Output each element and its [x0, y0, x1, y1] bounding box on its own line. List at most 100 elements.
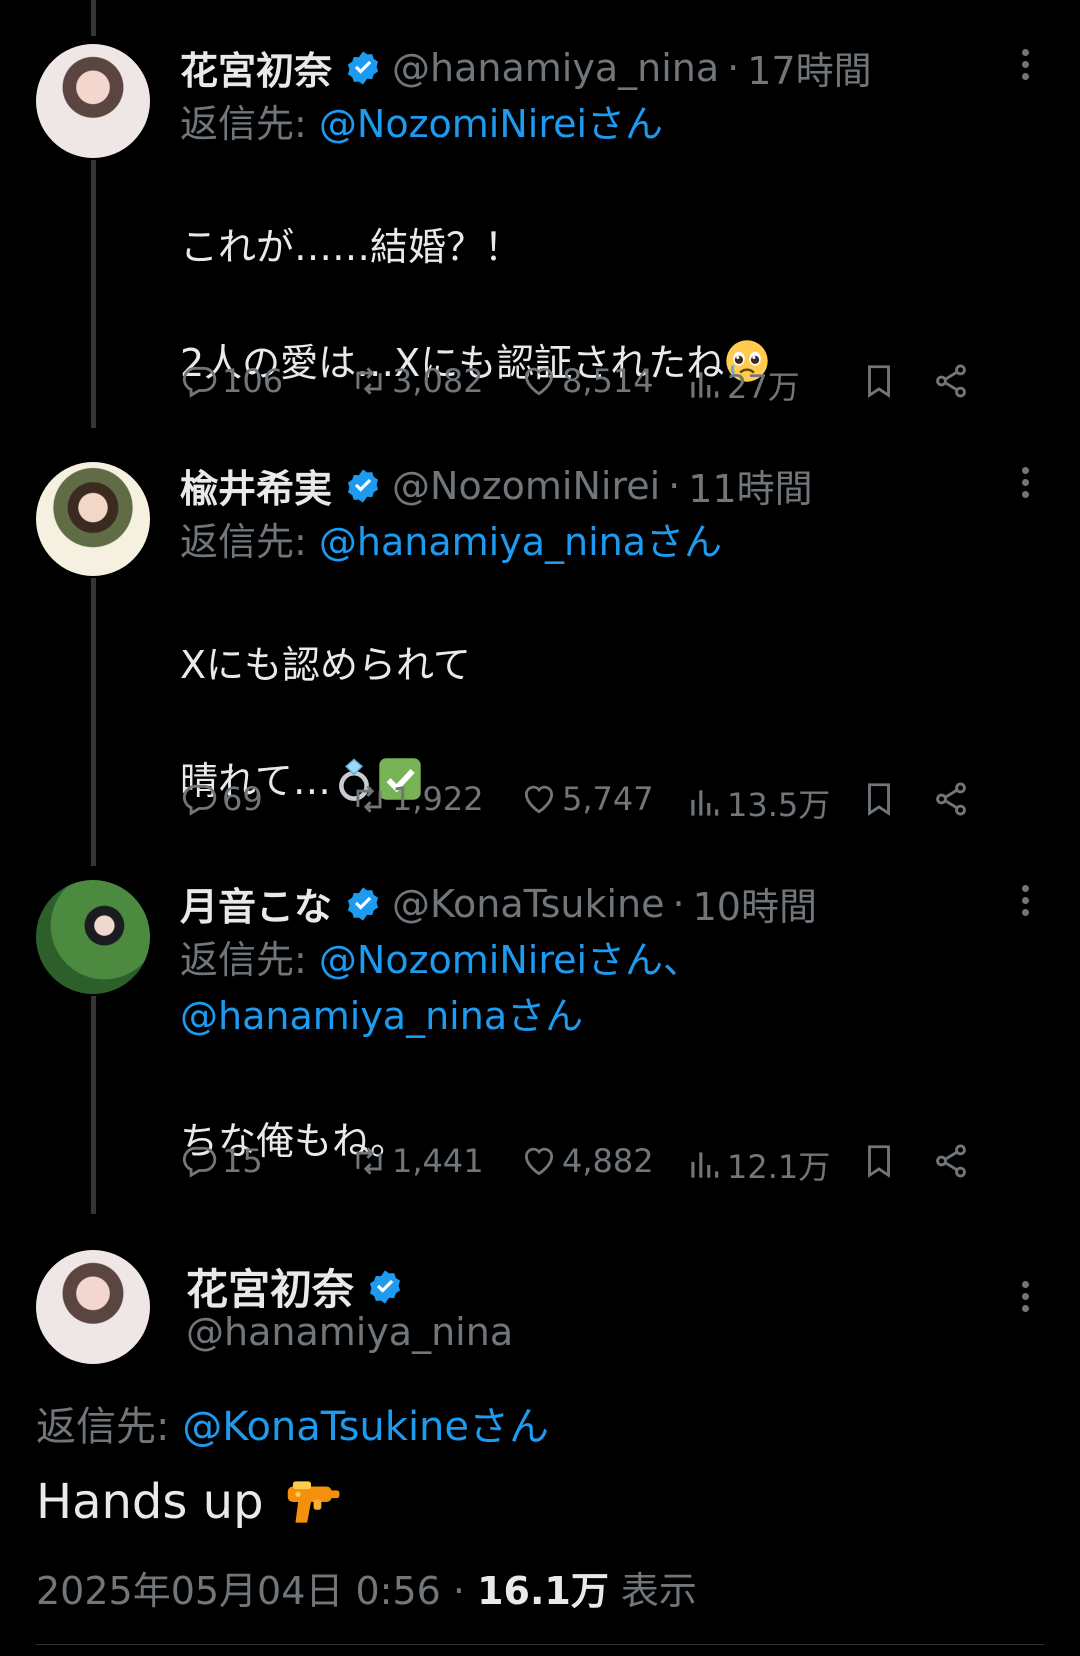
views-button[interactable]: 27万 — [685, 362, 800, 408]
share-button[interactable] — [932, 1142, 974, 1180]
reply-mention-link[interactable]: @hanamiya_ninaさん — [180, 994, 583, 1038]
reply-to-label: 返信先: — [180, 938, 319, 982]
reply-icon — [182, 1146, 217, 1178]
divider — [36, 1644, 1044, 1645]
display-name[interactable]: 花宮初奈 — [180, 40, 332, 95]
tweet-text-content: Xにも認められて 晴れて… — [180, 643, 471, 803]
handle[interactable]: @NozomiNirei — [392, 464, 660, 508]
tweet-meta: 2025年05月04日 0:56 · 16.1万 表示 — [36, 1560, 697, 1615]
views-icon — [691, 790, 719, 816]
main-tweet-author: 花宮初奈 — [186, 1256, 414, 1317]
reply-to: 返信先: @hanamiya_ninaさん — [180, 514, 722, 570]
heart-icon — [524, 367, 554, 396]
like-count: 4,882 — [562, 1142, 654, 1180]
share-icon — [936, 364, 966, 398]
repost-icon — [356, 367, 382, 395]
avatar[interactable] — [36, 880, 150, 994]
heart-icon — [524, 785, 554, 814]
like-count: 5,747 — [562, 780, 654, 818]
main-tweet-text: Hands up — [36, 1474, 342, 1530]
reply-button[interactable]: 106 — [180, 362, 283, 400]
tweet-actions: 106 3,082 8,514 27万 — [180, 362, 1040, 406]
repost-count: 1,441 — [392, 1142, 484, 1180]
tweet-text: これが……結婚？！ 2人の愛は…Xにも認証されたね — [180, 160, 770, 392]
tweet-text-content: これが……結婚？！ 2人の愛は…Xにも認証されたね — [180, 225, 725, 385]
more-options-icon[interactable] — [1010, 462, 1040, 502]
separator-dot: · — [727, 45, 740, 90]
more-options-icon[interactable] — [1010, 1276, 1040, 1316]
repost-button[interactable]: 1,441 — [350, 1142, 484, 1180]
reply-button[interactable]: 15 — [180, 1142, 263, 1180]
timestamp[interactable]: 10時間 — [693, 876, 817, 931]
separator-dot: · — [672, 881, 685, 926]
tweet-text-content: Hands up — [36, 1474, 264, 1530]
share-icon — [936, 782, 966, 816]
bookmark-button[interactable] — [860, 362, 902, 400]
tweet-date[interactable]: 2025年05月04日 0:56 · — [36, 1569, 477, 1613]
tweet-actions: 15 1,441 4,882 12.1万 — [180, 1142, 1040, 1186]
repost-button[interactable]: 1,922 — [350, 780, 484, 818]
reply-to: 返信先: @NozomiNireiさん、 @hanamiya_ninaさん — [180, 932, 701, 1044]
thread-line — [91, 160, 96, 428]
reply-icon — [182, 784, 217, 816]
like-button[interactable]: 8,514 — [520, 362, 654, 400]
thread-line — [91, 0, 96, 36]
verified-badge-icon — [347, 886, 379, 921]
like-button[interactable]: 5,747 — [520, 780, 654, 818]
avatar[interactable] — [36, 1250, 150, 1364]
reply-to-label: 返信先: — [180, 102, 319, 146]
reply-mention-link[interactable]: @NozomiNireiさん — [319, 102, 663, 146]
like-count: 8,514 — [562, 362, 654, 400]
display-name[interactable]: 楡井希実 — [180, 458, 332, 513]
views-button[interactable]: 12.1万 — [685, 1142, 830, 1188]
bookmark-icon — [868, 1145, 890, 1178]
water-pistol-icon — [287, 1481, 339, 1523]
reply-mention-link[interactable]: @KonaTsukineさん — [182, 1404, 549, 1450]
views-button[interactable]: 13.5万 — [685, 780, 830, 826]
reply-mention-link[interactable]: @hanamiya_ninaさん — [319, 520, 722, 564]
reply-to: 返信先: @KonaTsukineさん — [36, 1394, 549, 1452]
tweet-header: 花宮初奈 @hanamiya_nina · 17時間 — [180, 40, 872, 95]
reply-to: 返信先: @NozomiNireiさん — [180, 96, 663, 152]
more-options-icon[interactable] — [1010, 44, 1040, 84]
timestamp[interactable]: 11時間 — [688, 458, 812, 513]
reply-icon — [182, 366, 217, 398]
view-count: 12.1万 — [727, 1148, 831, 1186]
share-button[interactable] — [932, 780, 974, 818]
verified-badge-icon — [347, 468, 379, 503]
more-options-icon[interactable] — [1010, 880, 1040, 920]
view-count: 27万 — [727, 368, 800, 406]
bookmark-button[interactable] — [860, 780, 902, 818]
repost-count: 3,082 — [392, 362, 484, 400]
view-count: 16.1万 — [477, 1569, 609, 1613]
handle[interactable]: @hanamiya_nina — [392, 46, 719, 90]
like-button[interactable]: 4,882 — [520, 1142, 654, 1180]
tweet-actions: 69 1,922 5,747 13.5万 — [180, 780, 1040, 824]
avatar[interactable] — [36, 462, 150, 576]
reply-count: 106 — [222, 362, 284, 400]
share-button[interactable] — [932, 362, 974, 400]
repost-button[interactable]: 3,082 — [350, 362, 484, 400]
separator-dot: · — [668, 463, 681, 508]
display-name[interactable]: 月音こな — [180, 876, 332, 931]
reply-count: 15 — [222, 1142, 263, 1180]
reply-button[interactable]: 69 — [180, 780, 263, 818]
share-icon — [936, 1144, 966, 1178]
views-label: 表示 — [608, 1569, 697, 1613]
display-name[interactable]: 花宮初奈 — [186, 1256, 354, 1317]
timestamp[interactable]: 17時間 — [747, 40, 871, 95]
heart-icon — [524, 1147, 554, 1176]
views-icon — [691, 372, 719, 398]
reply-mention-link[interactable]: @NozomiNireiさん、 — [319, 938, 701, 982]
handle[interactable]: @KonaTsukine — [392, 882, 664, 926]
repost-count: 1,922 — [392, 780, 484, 818]
views-icon — [691, 1152, 719, 1178]
bookmark-icon — [868, 783, 890, 816]
avatar[interactable] — [36, 44, 150, 158]
bookmark-button[interactable] — [860, 1142, 902, 1180]
reply-count: 69 — [222, 780, 263, 818]
reply-to-label: 返信先: — [180, 520, 319, 564]
thread-line — [91, 996, 96, 1214]
handle[interactable]: @hanamiya_nina — [186, 1310, 513, 1354]
view-count: 13.5万 — [727, 786, 831, 824]
